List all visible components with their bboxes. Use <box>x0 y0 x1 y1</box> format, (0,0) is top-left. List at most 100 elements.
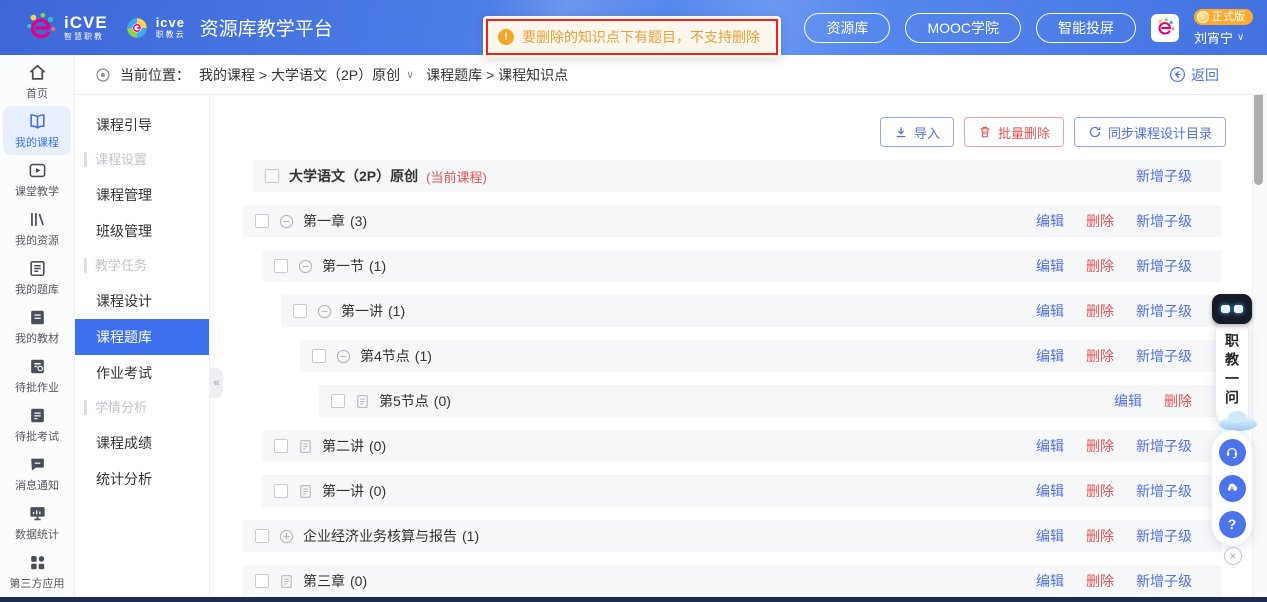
delete-link[interactable]: 删除 <box>1086 346 1114 366</box>
logo1-sub: 智慧职教 <box>64 32 104 41</box>
rail-item-message[interactable]: 消息通知 <box>3 449 71 498</box>
edit-link[interactable]: 编辑 <box>1036 346 1064 366</box>
question-icon: ? <box>1227 516 1237 532</box>
rail-item-textbook[interactable]: 我的教材 <box>3 302 71 351</box>
avatar[interactable] <box>1151 13 1179 42</box>
add-child-link[interactable]: 新增子级 <box>1136 436 1192 456</box>
row-checkbox[interactable] <box>331 394 345 408</box>
chevron-down-icon: ∨ <box>1237 31 1245 43</box>
delete-link[interactable]: 删除 <box>1086 211 1114 231</box>
edit-link[interactable]: 编辑 <box>1036 301 1064 321</box>
edit-link[interactable]: 编辑 <box>1036 436 1064 456</box>
sidebar-collapse-handle[interactable]: « <box>210 368 223 398</box>
rail-item-bank[interactable]: 我的题库 <box>3 253 71 302</box>
node-count: (0) <box>350 573 368 589</box>
stats-icon <box>28 504 47 523</box>
add-child-link[interactable]: 新增子级 <box>1136 481 1192 501</box>
row-checkbox[interactable] <box>274 259 288 273</box>
knowledge-point-tree: 大学语文（2P）原创 (当前课程) 新增子级 第一章 (3) 编辑 删除 新增子级 第一节 (1)… <box>243 160 1222 602</box>
sidebar-item-7[interactable]: 作业考试 <box>75 355 209 391</box>
row-checkbox[interactable] <box>265 169 279 183</box>
play-icon <box>28 161 47 180</box>
row-checkbox[interactable] <box>312 349 326 363</box>
rail-item-label: 我的教材 <box>15 332 59 345</box>
delete-link[interactable]: 删除 <box>1086 481 1114 501</box>
table-row: 第5节点 (0) 编辑 删除 <box>319 385 1222 417</box>
download-center-button[interactable] <box>1218 474 1246 502</box>
add-child-link[interactable]: 新增子级 <box>1136 211 1192 231</box>
edit-link[interactable]: 编辑 <box>1036 256 1064 276</box>
add-child-link[interactable]: 新增子级 <box>1136 526 1192 546</box>
header-nav-1[interactable]: 资源库 <box>804 12 891 43</box>
robot-icon <box>1212 294 1252 324</box>
sidebar-item-10[interactable]: 统计分析 <box>75 461 209 497</box>
sidebar-item-0[interactable]: 课程引导 <box>75 107 209 143</box>
add-child-link[interactable]: 新增子级 <box>1136 166 1192 186</box>
user-menu[interactable]: 刘宵宁 ∨ <box>1194 28 1244 47</box>
header-nav-2[interactable]: MOOC学院 <box>905 12 1021 43</box>
back-button[interactable]: 返回 <box>1169 65 1219 85</box>
edit-link[interactable]: 编辑 <box>1114 391 1142 411</box>
sidebar-item-3[interactable]: 班级管理 <box>75 213 209 249</box>
edit-link[interactable]: 编辑 <box>1036 211 1064 231</box>
help-button[interactable]: ? <box>1218 510 1246 538</box>
delete-link[interactable]: 删除 <box>1086 436 1114 456</box>
delete-link[interactable]: 删除 <box>1086 526 1114 546</box>
add-child-link[interactable]: 新增子级 <box>1136 571 1192 591</box>
collapse-node-icon[interactable] <box>298 259 313 274</box>
breadcrumb-path2: 课程题库 > 课程知识点 <box>426 66 569 83</box>
icve-cloud-logo-icon <box>126 17 147 38</box>
delete-link[interactable]: 删除 <box>1086 571 1114 591</box>
edit-link[interactable]: 编辑 <box>1036 526 1064 546</box>
sidebar-section-4: 教学任务 <box>84 249 209 283</box>
edit-link[interactable]: 编辑 <box>1036 571 1064 591</box>
collapse-node-icon[interactable] <box>279 214 294 229</box>
breadcrumb-path1: 我的课程 > 大学语文（2P）原创 <box>199 66 401 83</box>
row-checkbox[interactable] <box>274 484 288 498</box>
sync-directory-button[interactable]: 同步课程设计目录 <box>1073 117 1226 147</box>
rail-item-book[interactable]: 我的课程 <box>3 106 71 155</box>
row-checkbox[interactable] <box>255 214 269 228</box>
collapse-node-icon[interactable] <box>336 349 351 364</box>
import-button[interactable]: 导入 <box>879 117 954 147</box>
row-checkbox[interactable] <box>255 529 269 543</box>
exam-icon <box>28 406 47 425</box>
sidebar-item-9[interactable]: 课程成绩 <box>75 425 209 461</box>
add-child-link[interactable]: 新增子级 <box>1136 346 1192 366</box>
row-checkbox[interactable] <box>293 304 307 318</box>
row-actions: 新增子级 <box>1136 166 1192 186</box>
rail-item-homework[interactable]: 待批作业 <box>3 351 71 400</box>
delete-link[interactable]: 删除 <box>1086 301 1114 321</box>
rail-item-play[interactable]: 课堂教学 <box>3 155 71 204</box>
rail-item-shelf[interactable]: 我的资源 <box>3 204 71 253</box>
delete-link[interactable]: 删除 <box>1086 256 1114 276</box>
collapse-node-icon[interactable] <box>317 304 332 319</box>
assistant-widget[interactable]: 职教一问 <box>1210 294 1257 431</box>
sidebar-item-6[interactable]: 课程题库 <box>75 319 209 355</box>
version-badge: 正式版 <box>1194 8 1253 25</box>
rail-item-exam[interactable]: 待批考试 <box>3 400 71 449</box>
icve-flower-logo-icon <box>27 12 56 38</box>
course-dropdown-caret[interactable]: ∨ <box>406 68 414 81</box>
sidebar-item-5[interactable]: 课程设计 <box>75 283 209 319</box>
edit-link[interactable]: 编辑 <box>1036 481 1064 501</box>
sidebar-item-2[interactable]: 课程管理 <box>75 177 209 213</box>
rail-item-stats[interactable]: 数据统计 <box>3 498 71 547</box>
toolbar: 导入 批量删除 同步课程设计目录 <box>879 117 1226 147</box>
rail-item-label: 数据统计 <box>15 528 59 541</box>
node-label: 第三章 <box>303 573 345 589</box>
customer-service-button[interactable] <box>1218 438 1246 466</box>
add-child-link[interactable]: 新增子级 <box>1136 301 1192 321</box>
header-nav-3[interactable]: 智能投屏 <box>1036 12 1136 43</box>
delete-link[interactable]: 删除 <box>1164 391 1192 411</box>
close-widgets-button[interactable]: × <box>1224 547 1242 565</box>
row-checkbox[interactable] <box>274 439 288 453</box>
row-checkbox[interactable] <box>255 574 269 588</box>
rail-item-apps[interactable]: 第三方应用 <box>3 547 71 596</box>
rail-item-home[interactable]: 首页 <box>3 57 71 106</box>
table-row: 企业经济业务核算与报告 (1) 编辑 删除 新增子级 <box>243 520 1222 552</box>
add-child-link[interactable]: 新增子级 <box>1136 256 1192 276</box>
rail-item-label: 待批考试 <box>15 430 59 443</box>
expand-node-icon[interactable] <box>279 529 294 544</box>
batch-delete-button[interactable]: 批量删除 <box>963 117 1064 147</box>
